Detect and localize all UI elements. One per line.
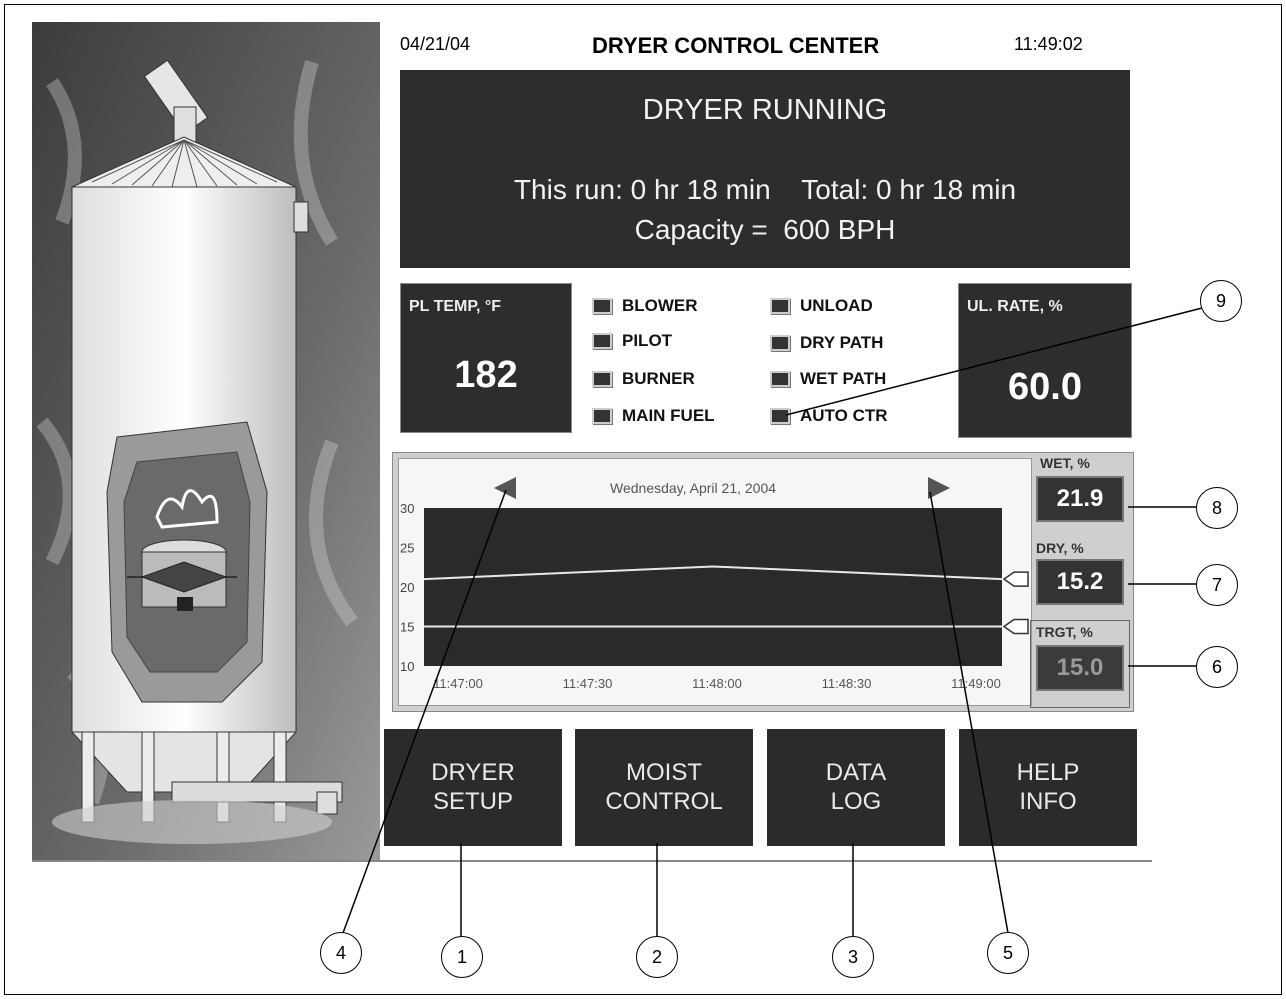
callout-1: 1 — [441, 936, 483, 978]
callout-4: 4 — [320, 932, 362, 974]
callout-6: 6 — [1196, 646, 1238, 688]
callout-7: 7 — [1196, 564, 1238, 606]
callout-5: 5 — [987, 932, 1029, 974]
callout-lines — [342, 307, 1203, 938]
callout-3: 3 — [832, 936, 874, 978]
callout-8: 8 — [1196, 487, 1238, 529]
callout-2: 2 — [636, 936, 678, 978]
callout-9: 9 — [1200, 280, 1242, 322]
